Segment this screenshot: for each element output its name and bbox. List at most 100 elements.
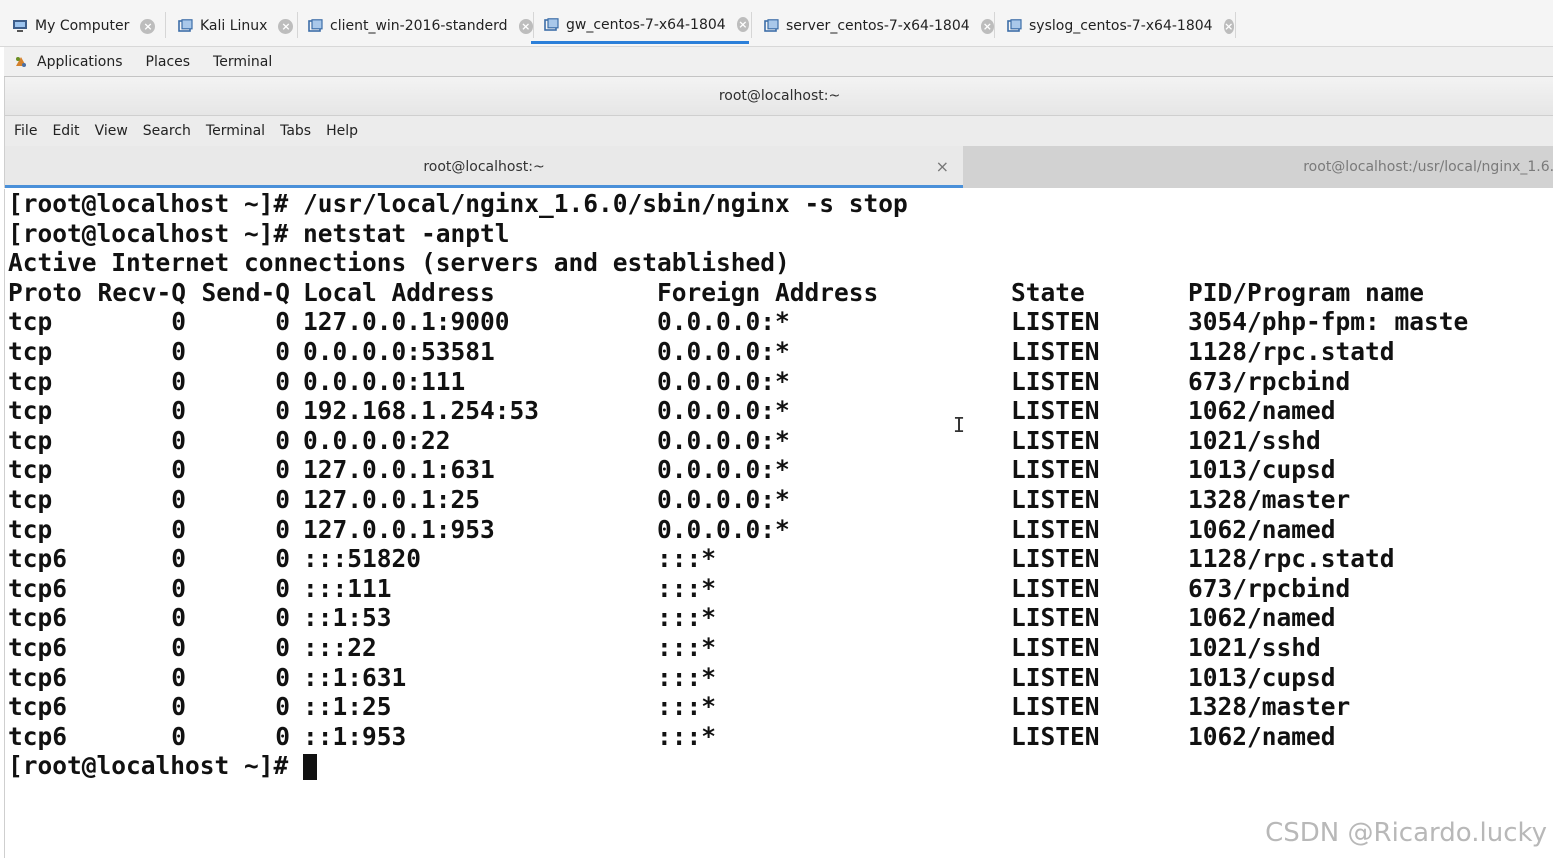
cell-pid: 1062/named [1188, 514, 1336, 544]
cell-state: LISTEN [1011, 514, 1100, 544]
cell-pid: 1013/cupsd [1188, 662, 1336, 692]
cell-local: ::1:25 [303, 692, 392, 722]
cell-foreign: 0.0.0.0:* [657, 396, 790, 426]
close-icon[interactable]: × [1223, 18, 1234, 34]
cell-local: :::111 [303, 573, 392, 603]
close-icon[interactable]: × [140, 18, 156, 34]
cell-pid: 1128/rpc.statd [1188, 544, 1395, 574]
menu-terminal[interactable]: Terminal [206, 123, 265, 139]
vm-tab-label: client_win-2016-standerd [330, 18, 508, 34]
cell-pid: 1021/sshd [1188, 633, 1321, 662]
vm-tab-server-centos[interactable]: server_centos-7-x64-1804 × [751, 8, 994, 44]
cell-send: 0 [275, 425, 290, 455]
info-line: Active Internet connections (servers and… [8, 248, 790, 278]
menu-tabs[interactable]: Tabs [280, 123, 311, 139]
terminal-tab-home[interactable]: root@localhost:~ × [5, 146, 963, 188]
terminal-menubar: File Edit View Search Terminal Tabs Help [4, 116, 1553, 146]
cell-send: 0 [275, 603, 290, 633]
cell-local: ::1:53 [303, 603, 392, 633]
cell-pid: 1328/master [1188, 485, 1351, 514]
cell-send: 0 [275, 307, 290, 337]
close-icon[interactable]: × [736, 17, 749, 32]
table-row: tcp6 0 0 :::51820 :::* LISTEN 1128/rpc.s… [8, 544, 1548, 574]
vm-tab-client-win[interactable]: client_win-2016-standerd × [295, 8, 533, 44]
cell-foreign: :::* [657, 721, 717, 751]
prompt-line: [root@localhost ~]# [8, 751, 318, 781]
table-row: tcp 0 0 0.0.0.0:22 0.0.0.0:* LISTEN 1021… [8, 426, 1548, 456]
ibeam-cursor-icon: I [953, 413, 966, 437]
window-title-bar[interactable]: root@localhost:~ [4, 77, 1553, 116]
cell-foreign: :::* [657, 573, 717, 603]
cell-local: 127.0.0.1:953 [303, 514, 495, 544]
text-cursor [303, 754, 318, 781]
header-foreign: Foreign Address [657, 277, 879, 307]
cell-pid: 3054/php-fpm: maste [1188, 307, 1469, 337]
gnome-top-panel: Applications Places Terminal [4, 47, 1553, 77]
cell-local: 127.0.0.1:9000 [303, 307, 510, 337]
table-row: tcp 0 0 0.0.0.0:111 0.0.0.0:* LISTEN 673… [8, 367, 1548, 397]
cell-send: 0 [275, 514, 290, 544]
table-row: tcp 0 0 127.0.0.1:25 0.0.0.0:* LISTEN 13… [8, 485, 1548, 515]
cell-state: LISTEN [1011, 721, 1100, 751]
vm-tab-syslog-centos[interactable]: syslog_centos-7-x64-1804 × [994, 8, 1234, 44]
vm-tab-label: server_centos-7-x64-1804 [786, 18, 970, 34]
menu-search[interactable]: Search [143, 123, 191, 139]
close-icon[interactable]: × [278, 18, 294, 34]
prompt: [root@localhost ~]# [8, 751, 304, 781]
vm-tab-gw-centos[interactable]: gw_centos-7-x64-1804 × [531, 8, 749, 44]
cell-pid: 1062/named [1188, 721, 1336, 751]
applications-icon [13, 54, 29, 70]
applications-menu[interactable]: Applications [37, 54, 123, 70]
cell-local: 192.168.1.254:53 [303, 396, 540, 426]
cell-pid: 1328/master [1188, 692, 1351, 722]
table-row: tcp6 0 0 ::1:631 :::* LISTEN 1013/cupsd [8, 663, 1548, 693]
close-icon[interactable]: × [980, 18, 994, 34]
cell-send: 0 [275, 692, 290, 722]
vm-icon [763, 19, 779, 33]
vm-icon [543, 17, 559, 32]
terminal-tab-nginx[interactable]: root@localhost:/usr/local/nginx_1.6.0 [963, 146, 1553, 188]
cell-state: LISTEN [1011, 396, 1100, 426]
close-icon[interactable]: × [936, 146, 949, 188]
cell-foreign: :::* [657, 692, 717, 722]
vm-tab-label: Kali Linux [200, 18, 268, 34]
cell-send: 0 [275, 721, 290, 751]
window-title: root@localhost:~ [718, 88, 841, 104]
cell-pid: 1062/named [1188, 396, 1336, 426]
cell-state: LISTEN [1011, 573, 1100, 603]
cell-send: 0 [275, 455, 290, 485]
terminal-app-menu[interactable]: Terminal [213, 54, 272, 70]
cell-state: LISTEN [1011, 485, 1100, 514]
cell-pid: 673/rpcbind [1188, 573, 1351, 603]
places-menu[interactable]: Places [146, 54, 191, 70]
cell-foreign: 0.0.0.0:* [657, 425, 790, 455]
vm-tab-label: syslog_centos-7-x64-1804 [1029, 18, 1213, 34]
terminal-tab-bar: root@localhost:~ × root@localhost:/usr/l… [4, 146, 1553, 188]
menu-file[interactable]: File [14, 123, 37, 139]
cell-local: 127.0.0.1:631 [303, 455, 495, 485]
cell-state: LISTEN [1011, 425, 1100, 455]
header-send: Send-Q [201, 277, 290, 307]
terminal-output[interactable]: [root@localhost ~]# /usr/local/nginx_1.6… [4, 189, 1553, 858]
watermark: CSDN @Ricardo.lucky [1265, 818, 1547, 848]
header-pid: PID/Program name [1188, 277, 1425, 307]
cell-foreign: 0.0.0.0:* [657, 485, 790, 514]
screen: My Computer × Kali Linux × client_win-20… [0, 0, 1553, 858]
table-row: tcp6 0 0 ::1:953 :::* LISTEN 1062/named [8, 722, 1548, 752]
cell-local: 127.0.0.1:25 [303, 485, 481, 514]
menu-help[interactable]: Help [326, 123, 358, 139]
table-row: tcp 0 0 192.168.1.254:53 0.0.0.0:* LISTE… [8, 396, 1548, 426]
vm-tab-kali-linux[interactable]: Kali Linux × [165, 8, 297, 44]
terminal-tab-label: root@localhost:~ [423, 159, 545, 175]
cell-foreign: :::* [657, 544, 717, 574]
command-line: [root@localhost ~]# /usr/local/nginx_1.6… [8, 189, 908, 218]
table-row: tcp 0 0 0.0.0.0:53581 0.0.0.0:* LISTEN 1… [8, 337, 1548, 367]
cell-foreign: 0.0.0.0:* [657, 337, 790, 366]
table-row: tcp 0 0 127.0.0.1:631 0.0.0.0:* LISTEN 1… [8, 455, 1548, 485]
cell-local: 0.0.0.0:111 [303, 366, 466, 396]
menu-edit[interactable]: Edit [52, 123, 79, 139]
cell-local: ::1:953 [303, 721, 407, 751]
menu-view[interactable]: View [95, 123, 128, 139]
vm-tab-my-computer[interactable]: My Computer × [0, 8, 165, 44]
cell-pid: 1062/named [1188, 603, 1336, 633]
